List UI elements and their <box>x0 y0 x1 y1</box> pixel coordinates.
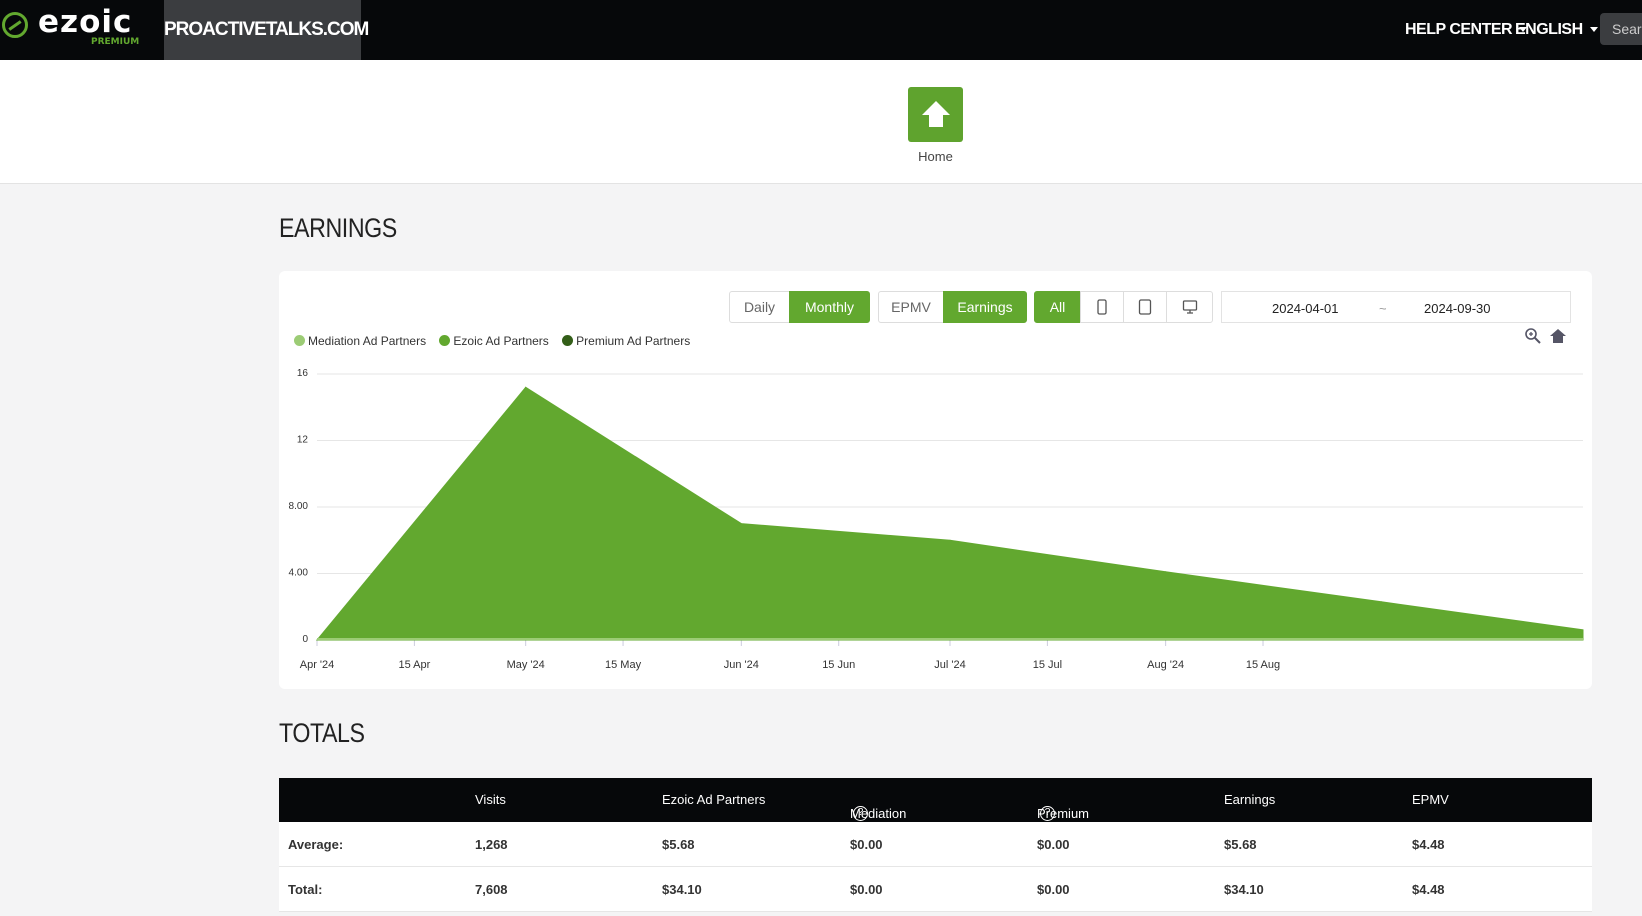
ezoic-logo-icon <box>2 12 28 38</box>
table-cell: 1,268 <box>475 837 508 852</box>
x-tick-label: May '24 <box>507 659 545 671</box>
totals-table: Visits Ezoic Ad Partners Mediation Ad Pa… <box>279 778 1592 912</box>
column-header: Ezoic Ad Partners <box>662 792 766 807</box>
row-label: Average: <box>288 837 344 852</box>
data-point <box>1165 571 1167 573</box>
top-navbar: ezoic PREMIUM PROACTIVETALKS.COM HELP CE… <box>0 0 1642 60</box>
table-header: Visits Ezoic Ad Partners Mediation Ad Pa… <box>279 778 1592 851</box>
earnings-heading: EARNINGS <box>279 213 397 243</box>
x-tick-label: 15 Jun <box>822 659 855 671</box>
column-header: Earnings <box>1224 792 1276 807</box>
x-tick-label: Aug '24 <box>1147 659 1184 671</box>
y-tick-label: 12 <box>297 435 309 446</box>
data-point <box>949 539 951 541</box>
help-icon[interactable]: ? <box>1040 806 1055 821</box>
home-label: Home <box>918 149 953 164</box>
table-cell: $0.00 <box>850 882 883 897</box>
home-nav-row: Home <box>0 60 1642 184</box>
y-tick-label: 0 <box>302 634 308 645</box>
help-center-menu[interactable]: HELP CENTER <box>1405 0 1528 60</box>
ezoic-logo[interactable]: ezoic PREMIUM <box>0 0 164 60</box>
help-icon[interactable]: ? <box>853 806 868 821</box>
logo-text: ezoic <box>38 4 133 40</box>
language-label: ENGLISH <box>1515 21 1583 38</box>
x-tick-label: 15 Apr <box>398 659 430 671</box>
table-cell: $4.48 <box>1412 837 1445 852</box>
earnings-area-chart: 0 4.00 8.00 12 16 Apr '24 15 Apr May '24 15 May J… <box>289 368 1584 671</box>
table-cell: $0.00 <box>850 837 883 852</box>
table-cell: 7,608 <box>475 882 508 897</box>
x-tick-label: 15 May <box>605 659 642 671</box>
row-label: Total: <box>288 882 323 897</box>
language-menu[interactable]: ENGLISH <box>1515 0 1598 60</box>
area-series <box>315 386 1584 641</box>
data-point <box>740 523 742 525</box>
x-tick-label: Jul '24 <box>934 659 965 671</box>
table-row: Total: 7,608 $34.10 $0.00 $0.00 $34.10 $… <box>279 867 1592 912</box>
x-tick-label: Jun '24 <box>724 659 759 671</box>
logo-subtext: PREMIUM <box>91 37 140 47</box>
column-header: Visits <box>475 792 506 807</box>
data-point <box>525 386 527 388</box>
table-cell: $0.00 <box>1037 837 1070 852</box>
house-icon <box>922 101 950 127</box>
table-cell: $34.10 <box>662 882 702 897</box>
search-input[interactable]: Searc <box>1600 13 1642 45</box>
y-tick-label: 16 <box>297 368 309 379</box>
site-selector[interactable]: PROACTIVETALKS.COM <box>164 0 369 60</box>
table-cell: $4.48 <box>1412 882 1445 897</box>
totals-heading: TOTALS <box>279 718 365 748</box>
table-cell: $5.68 <box>1224 837 1257 852</box>
x-tick-label: 15 Aug <box>1246 659 1280 671</box>
y-tick-label: 8.00 <box>289 501 309 512</box>
table-cell: $5.68 <box>662 837 695 852</box>
x-tick-label: Apr '24 <box>300 659 335 671</box>
home-button[interactable] <box>908 87 963 142</box>
column-header: EPMV <box>1412 792 1449 807</box>
table-row: Average: 1,268 $5.68 $0.00 $0.00 $5.68 $… <box>279 822 1592 867</box>
help-center-label: HELP CENTER <box>1405 21 1513 38</box>
table-cell: $0.00 <box>1037 882 1070 897</box>
table-cell: $34.10 <box>1224 882 1264 897</box>
y-tick-label: 4.00 <box>289 568 309 579</box>
x-tick-label: 15 Jul <box>1033 659 1062 671</box>
data-point <box>1380 601 1382 603</box>
chevron-down-icon <box>1589 27 1598 33</box>
earnings-chart-card: Daily Monthly EPMV Earnings All 2024-04-… <box>279 271 1592 689</box>
